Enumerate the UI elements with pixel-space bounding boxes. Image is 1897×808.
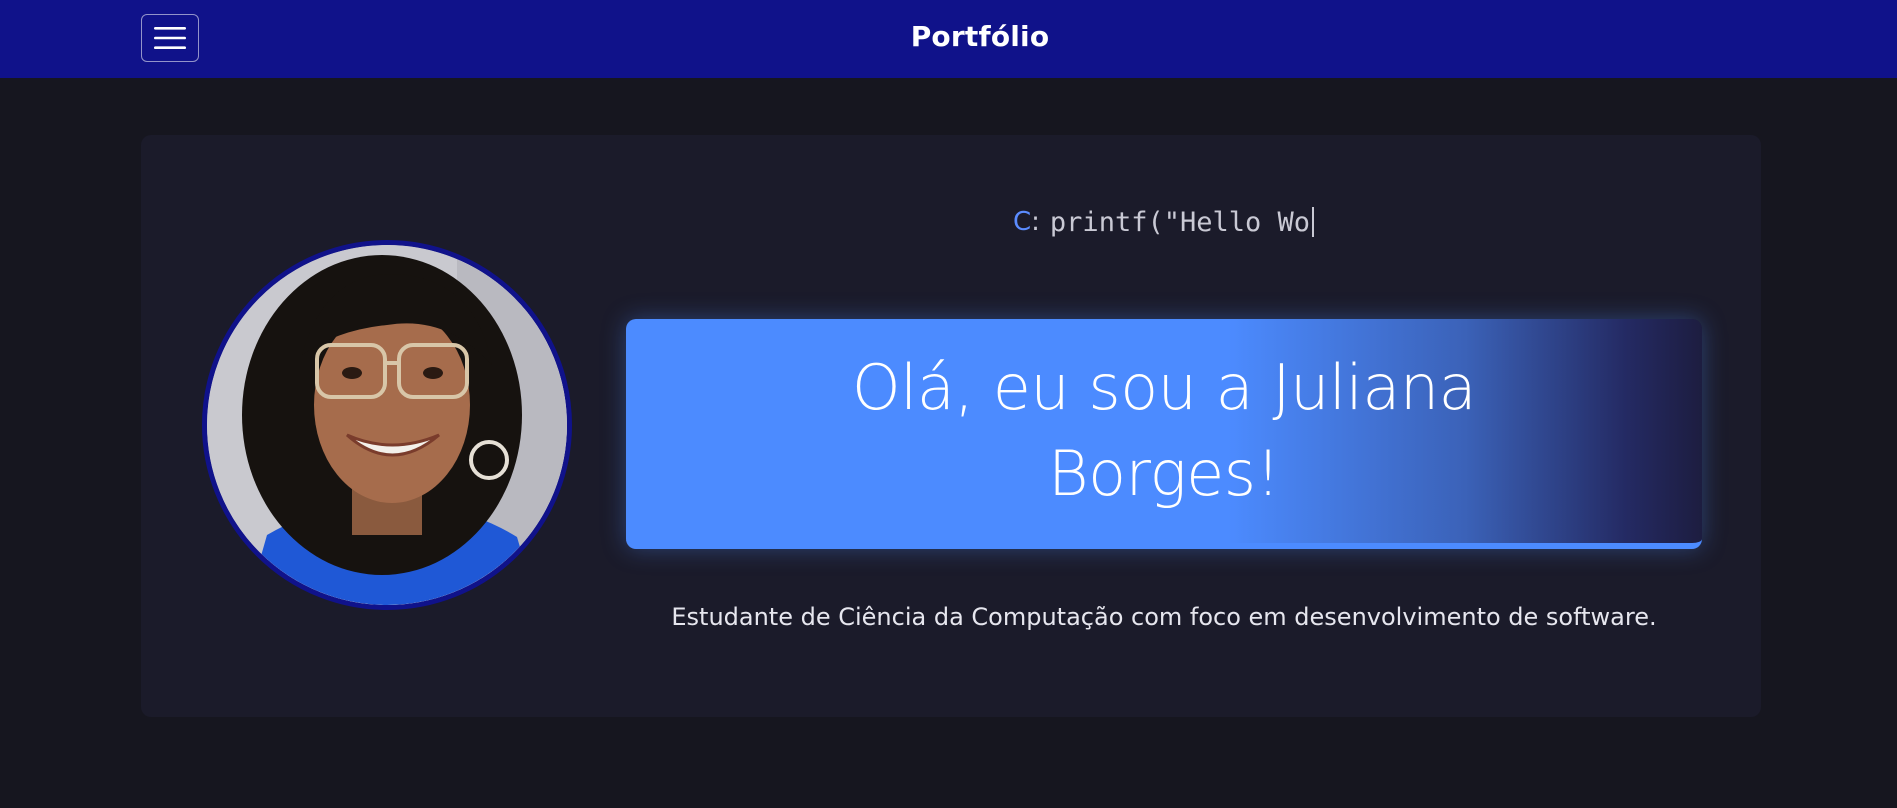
profile-photo [207, 245, 567, 605]
typed-code: printf("Hello Wo [1049, 206, 1311, 238]
language-separator: : [1031, 207, 1040, 237]
avatar [202, 240, 572, 610]
top-navbar: Portfólio [0, 0, 1897, 78]
brand-title[interactable]: Portfólio [0, 20, 1897, 53]
text-caret [1312, 207, 1315, 237]
typing-code-line: C : printf("Hello Wo [1013, 205, 1315, 239]
greeting-title: Olá, eu sou a Juliana Borges! [851, 351, 1477, 510]
greeting-banner: Olá, eu sou a Juliana Borges! [626, 319, 1702, 549]
hero-subtitle: Estudante de Ciência da Computação com f… [671, 603, 1657, 631]
language-label: C [1013, 207, 1032, 237]
